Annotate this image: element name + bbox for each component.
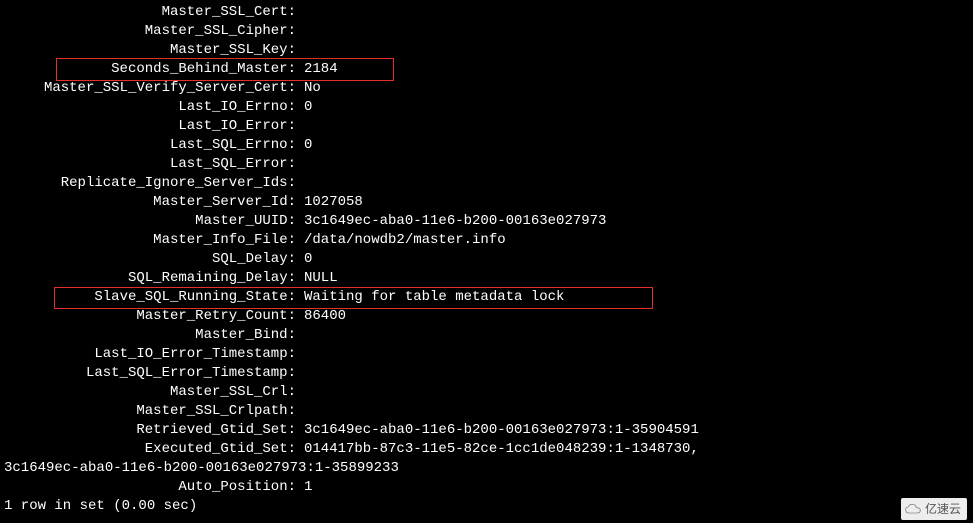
field-label: Last_IO_Error_Timestamp: [0,345,300,364]
field-value [300,117,304,136]
field-label: Last_SQL_Errno: [0,136,300,155]
field-value: NULL [300,269,338,288]
terminal-output: Master_SSL_Cert:Master_SSL_Cipher:Master… [0,3,973,516]
field-label: Master_SSL_Verify_Server_Cert: [0,79,300,98]
field-value [300,383,304,402]
output-row: Master_SSL_Key: [0,41,973,60]
output-row: Last_IO_Error: [0,117,973,136]
field-label: Auto_Position: [0,478,300,497]
field-value [300,402,304,421]
field-value: No [300,79,321,98]
output-row: Master_SSL_Verify_Server_Cert:No [0,79,973,98]
field-label: Last_IO_Errno: [0,98,300,117]
output-row: Slave_SQL_Running_State:Waiting for tabl… [0,288,973,307]
field-value: 3c1649ec-aba0-11e6-b200-00163e027973 [300,212,606,231]
field-label: Master_Bind: [0,326,300,345]
output-row: Last_SQL_Error: [0,155,973,174]
field-value [300,3,304,22]
field-value: 1027058 [300,193,363,212]
output-row: Master_SSL_Crlpath: [0,402,973,421]
field-label: Slave_SQL_Running_State: [0,288,300,307]
field-value: Waiting for table metadata lock [300,288,564,307]
output-row: Master_SSL_Crl: [0,383,973,402]
field-label: Master_SSL_Cert: [0,3,300,22]
continuation-line: 3c1649ec-aba0-11e6-b200-00163e027973:1-3… [0,459,973,478]
field-value: /data/nowdb2/master.info [300,231,506,250]
field-value [300,41,304,60]
field-value: 86400 [300,307,346,326]
output-row: Master_Info_File:/data/nowdb2/master.inf… [0,231,973,250]
output-row: Master_UUID:3c1649ec-aba0-11e6-b200-0016… [0,212,973,231]
output-row: Master_Retry_Count:86400 [0,307,973,326]
field-label: Master_Server_Id: [0,193,300,212]
field-label: Master_SSL_Crl: [0,383,300,402]
field-label: Replicate_Ignore_Server_Ids: [0,174,300,193]
field-label: Master_SSL_Cipher: [0,22,300,41]
field-label: Master_SSL_Key: [0,41,300,60]
field-label: SQL_Remaining_Delay: [0,269,300,288]
field-label: Retrieved_Gtid_Set: [0,421,300,440]
field-value: 014417bb-87c3-11e5-82ce-1cc1de048239:1-1… [300,440,699,459]
field-value: 0 [300,250,312,269]
output-row: Executed_Gtid_Set:014417bb-87c3-11e5-82c… [0,440,973,459]
output-row: Auto_Position:1 [0,478,973,497]
field-label: Last_SQL_Error_Timestamp: [0,364,300,383]
field-value: 1 [300,478,312,497]
field-label: Last_IO_Error: [0,117,300,136]
output-row: Seconds_Behind_Master:2184 [0,60,973,79]
field-label: Master_Info_File: [0,231,300,250]
field-value [300,174,304,193]
field-value [300,22,304,41]
field-value [300,364,304,383]
output-row: Last_IO_Errno:0 [0,98,973,117]
output-row: Retrieved_Gtid_Set:3c1649ec-aba0-11e6-b2… [0,421,973,440]
result-summary: 1 row in set (0.00 sec) [0,497,973,516]
field-label: SQL_Delay: [0,250,300,269]
field-label: Executed_Gtid_Set: [0,440,300,459]
field-label: Master_Retry_Count: [0,307,300,326]
output-row: Master_SSL_Cert: [0,3,973,22]
field-label: Seconds_Behind_Master: [0,60,300,79]
field-label: Master_UUID: [0,212,300,231]
field-value: 2184 [300,60,338,79]
output-row: Master_Bind: [0,326,973,345]
field-value: 3c1649ec-aba0-11e6-b200-00163e027973:1-3… [300,421,699,440]
watermark: 亿速云 [901,498,967,520]
output-row: SQL_Delay:0 [0,250,973,269]
output-row: Master_SSL_Cipher: [0,22,973,41]
field-label: Last_SQL_Error: [0,155,300,174]
watermark-text: 亿速云 [925,500,961,519]
field-value: 0 [300,98,312,117]
output-row: Last_SQL_Errno:0 [0,136,973,155]
output-row: SQL_Remaining_Delay:NULL [0,269,973,288]
field-value [300,155,304,174]
output-row: Replicate_Ignore_Server_Ids: [0,174,973,193]
field-label: Master_SSL_Crlpath: [0,402,300,421]
field-value: 0 [300,136,312,155]
cloud-icon [905,503,921,515]
output-row: Last_IO_Error_Timestamp: [0,345,973,364]
output-row: Master_Server_Id:1027058 [0,193,973,212]
field-value [300,345,304,364]
output-row: Last_SQL_Error_Timestamp: [0,364,973,383]
field-value [300,326,304,345]
